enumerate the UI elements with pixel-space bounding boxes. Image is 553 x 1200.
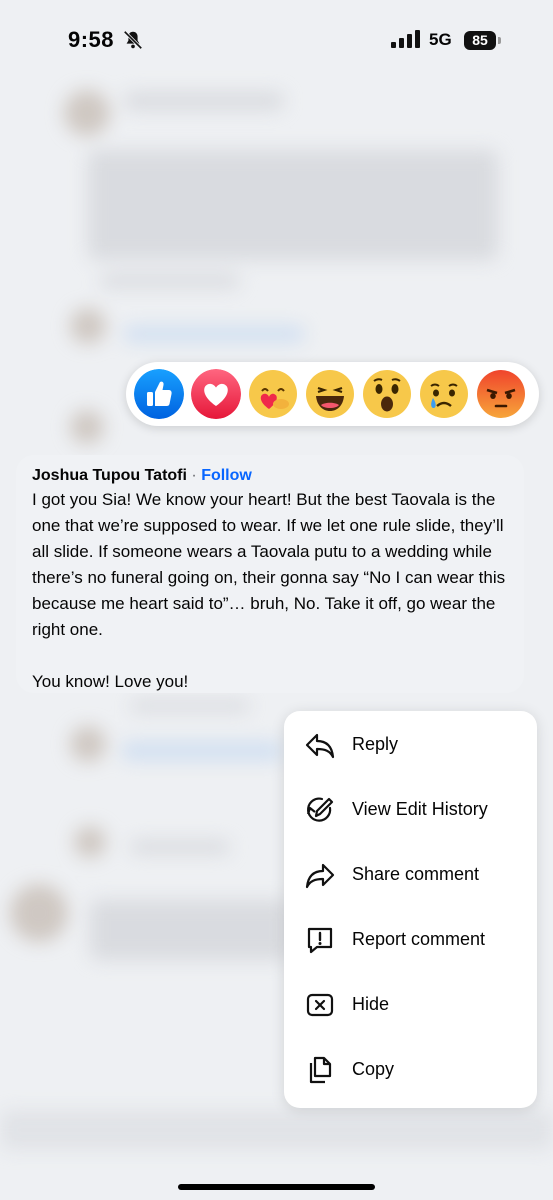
like-icon[interactable] [134,369,184,419]
haha-icon[interactable] [305,369,355,419]
comment-author-name[interactable]: Joshua Tupou Tatofi [32,467,187,484]
comment-text: I got you Sia! We know your heart! But t… [32,490,506,691]
status-bar: 9:58 5G 85 [0,0,553,80]
reply-icon [305,733,335,759]
follow-button[interactable]: Follow [201,467,252,484]
reaction-picker [126,362,539,426]
bell-slash-icon [123,30,143,50]
menu-item-reply[interactable]: Reply [284,714,537,776]
share-icon [305,863,335,889]
menu-item-label: Hide [352,994,390,1014]
care-icon[interactable] [248,369,298,419]
menu-item-label: Copy [352,1059,395,1079]
battery-tip [498,37,501,44]
wow-icon[interactable] [362,369,412,419]
menu-item-report-comment[interactable]: Report comment [284,909,537,971]
menu-item-label: Share comment [352,864,480,884]
love-icon[interactable] [191,369,241,419]
angry-icon[interactable] [476,369,526,419]
hide-icon [306,993,334,1017]
status-time: 9:58 [68,27,115,52]
network-type: 5G [429,30,452,49]
report-icon [307,927,333,954]
sad-icon[interactable] [419,369,469,419]
menu-item-label: View Edit History [352,799,488,819]
edit-history-icon [306,797,334,822]
copy-icon [309,1056,332,1084]
menu-item-share-comment[interactable]: Share comment [284,844,537,906]
separator-dot: · [191,467,197,484]
home-indicator[interactable] [178,1184,375,1190]
comment-context-menu: Reply View Edit History Share comment Re… [284,711,537,1108]
menu-item-hide[interactable]: Hide [284,974,537,1036]
battery-icon: 85 [464,31,496,50]
signal-icon [391,30,420,48]
menu-item-label: Reply [352,734,399,754]
menu-item-view-edit-history[interactable]: View Edit History [284,779,537,841]
menu-item-copy[interactable]: Copy [284,1039,537,1101]
menu-item-label: Report comment [352,929,486,949]
comment-bubble: Joshua Tupou Tatofi · Follow I got you S… [16,455,524,693]
comment-author-line: Joshua Tupou Tatofi · Follow [32,467,252,485]
